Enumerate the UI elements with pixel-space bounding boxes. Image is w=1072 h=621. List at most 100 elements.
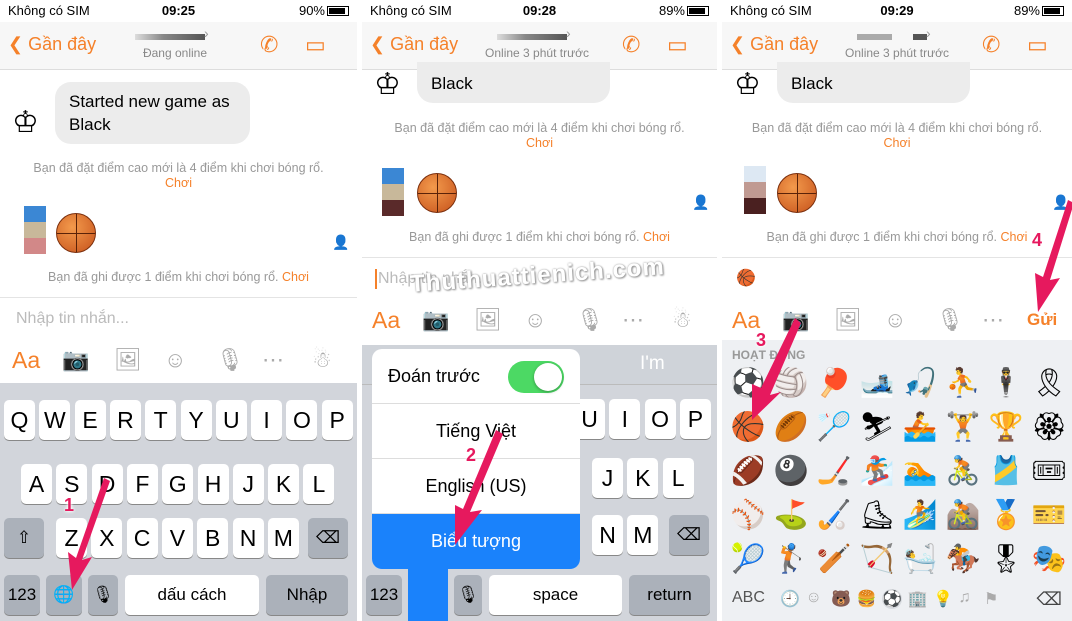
key-q[interactable]: Q: [4, 400, 35, 440]
key-v[interactable]: V: [161, 518, 193, 558]
emoji-key[interactable]: 🏏: [814, 539, 854, 579]
emoji-key[interactable]: ⚽: [728, 363, 768, 403]
key-l[interactable]: L: [662, 458, 694, 498]
more-icon[interactable]: ⋯: [622, 305, 644, 335]
play-link[interactable]: Chơi: [884, 136, 911, 150]
key-j[interactable]: J: [592, 458, 623, 498]
camera-icon[interactable]: 📷: [62, 345, 89, 375]
key-k[interactable]: K: [268, 464, 300, 504]
text-style-button[interactable]: Aa: [12, 345, 40, 375]
phone-icon[interactable]: ✆: [260, 32, 278, 58]
emoji-category-tab[interactable]: 🏢: [908, 589, 928, 609]
emoji-key[interactable]: 🛀: [900, 539, 940, 579]
emoji-key[interactable]: ⛹: [943, 363, 983, 403]
emoji-key[interactable]: 🎟: [1029, 451, 1069, 491]
emoji-category-tab[interactable]: 🕘: [780, 589, 800, 609]
emoji-key[interactable]: 🎽: [986, 451, 1026, 491]
return-key[interactable]: Nhập: [266, 575, 348, 615]
emoji-key[interactable]: 🎭: [1029, 539, 1069, 579]
dictation-key[interactable]: 🎙: [88, 575, 118, 615]
emoji-category-tab[interactable]: 💡: [933, 589, 953, 609]
smile-icon[interactable]: ☺: [164, 345, 186, 375]
key-l[interactable]: L: [303, 464, 335, 504]
delete-key[interactable]: ⌫: [669, 515, 709, 555]
emoji-key[interactable]: 🚵: [943, 495, 983, 535]
key-t[interactable]: T: [145, 400, 177, 440]
key-x[interactable]: X: [91, 518, 123, 558]
key-k[interactable]: K: [627, 458, 659, 498]
menu-item-emoji[interactable]: Biểu tượng: [372, 514, 580, 569]
abc-button[interactable]: ABC: [732, 589, 765, 607]
play-link[interactable]: Chơi: [643, 230, 670, 244]
key-m[interactable]: M: [267, 518, 299, 558]
key-r[interactable]: R: [109, 400, 141, 440]
phone-icon[interactable]: ✆: [982, 32, 1000, 58]
key-o[interactable]: O: [286, 400, 318, 440]
gallery-icon[interactable]: 🖼: [474, 305, 502, 335]
key-n[interactable]: N: [232, 518, 264, 558]
key-n[interactable]: N: [592, 515, 623, 555]
emoji-key[interactable]: 🎖: [986, 539, 1026, 579]
emoji-category-tab[interactable]: 🐻: [831, 589, 851, 609]
emoji-key[interactable]: 🏀: [728, 407, 768, 447]
emoji-key[interactable]: 🎿: [857, 363, 897, 403]
emoji-key[interactable]: 🎫: [1029, 495, 1069, 535]
menu-item-english[interactable]: English (US): [372, 459, 580, 514]
message-bubble[interactable]: Black: [777, 62, 970, 103]
emoji-category-tab[interactable]: ☺: [806, 589, 822, 607]
message-input[interactable]: 🏀: [722, 257, 1072, 297]
emoji-key[interactable]: 🎗: [1029, 363, 1069, 403]
emoji-key[interactable]: 🎾: [728, 539, 768, 579]
basketball-icon[interactable]: [417, 173, 457, 213]
key-i[interactable]: I: [609, 399, 641, 439]
key-d[interactable]: D: [91, 464, 123, 504]
key-e[interactable]: E: [74, 400, 106, 440]
key-g[interactable]: G: [162, 464, 194, 504]
emoji-key[interactable]: 🚣: [900, 407, 940, 447]
contact-name-blurred[interactable]: [497, 34, 567, 40]
send-button[interactable]: Gửi: [1027, 305, 1057, 335]
key-o[interactable]: O: [644, 399, 676, 439]
globe-key[interactable]: 🌐: [46, 575, 82, 615]
mic-icon[interactable]: 🎙: [576, 305, 604, 335]
play-link[interactable]: Chơi: [526, 136, 553, 150]
emoji-key[interactable]: 🏑: [814, 495, 854, 535]
key-y[interactable]: Y: [180, 400, 212, 440]
contact-name-blurred[interactable]: [135, 34, 205, 40]
dictation-key[interactable]: 🎙: [454, 575, 482, 615]
emoji-key[interactable]: 🏉: [771, 407, 811, 447]
emoji-key[interactable]: ⛳: [771, 495, 811, 535]
basketball-icon[interactable]: [56, 213, 96, 253]
emoji-key[interactable]: 🏹: [857, 539, 897, 579]
video-icon[interactable]: ▭: [1027, 32, 1048, 58]
mic-icon[interactable]: 🎙: [216, 345, 244, 375]
smile-icon[interactable]: ☺: [524, 305, 546, 335]
shift-key[interactable]: ⇧: [4, 518, 44, 558]
key-p[interactable]: P: [321, 400, 353, 440]
suggestion[interactable]: I'm: [640, 353, 665, 375]
emoji-key[interactable]: 🏆: [986, 407, 1026, 447]
gallery-icon[interactable]: 🖼: [834, 305, 862, 335]
emoji-key[interactable]: 🏋: [943, 407, 983, 447]
chevron-right-icon[interactable]: ›: [926, 25, 931, 41]
emoji-key[interactable]: 🏓: [814, 363, 854, 403]
key-b[interactable]: B: [197, 518, 229, 558]
return-key[interactable]: return: [629, 575, 710, 615]
key-i[interactable]: I: [251, 400, 283, 440]
smile-icon[interactable]: ☺: [884, 305, 906, 335]
message-input[interactable]: Nhập tin nhắn...: [0, 297, 357, 337]
globe-key-pressed[interactable]: [408, 560, 448, 621]
camera-icon[interactable]: 📷: [422, 305, 449, 335]
emoji-key[interactable]: 🚴: [943, 451, 983, 491]
message-bubble[interactable]: Started new game as Black: [55, 82, 250, 144]
predictive-toggle[interactable]: [508, 361, 564, 393]
emoji-key[interactable]: 🏄: [900, 495, 940, 535]
play-link[interactable]: Chơi: [1000, 230, 1027, 244]
more-icon[interactable]: ⋯: [262, 345, 284, 375]
emoji-key[interactable]: ⛷: [857, 407, 897, 447]
chevron-right-icon[interactable]: ›: [204, 25, 209, 41]
numbers-key[interactable]: 123: [4, 575, 40, 615]
message-bubble[interactable]: Black: [417, 62, 610, 103]
key-f[interactable]: F: [126, 464, 158, 504]
emoji-key[interactable]: 🏂: [857, 451, 897, 491]
